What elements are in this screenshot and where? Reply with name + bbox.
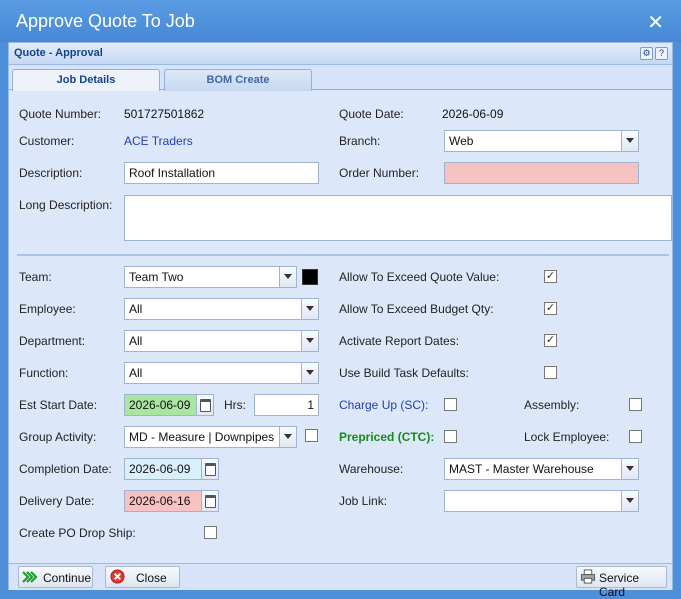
chevron-down-icon[interactable] (279, 267, 296, 287)
build-task-label: Use Build Task Defaults: (339, 366, 469, 380)
close-circle-icon (110, 569, 125, 584)
department-value: All (129, 334, 143, 348)
function-select[interactable]: All (124, 362, 319, 384)
hrs-input[interactable]: 1 (254, 394, 319, 416)
section-divider (17, 254, 669, 256)
department-label: Department: (19, 334, 86, 348)
exceed-quote-label: Allow To Exceed Quote Value: (339, 270, 500, 284)
job-details-form: Quote Number: 501727501862 Quote Date: 2… (9, 91, 672, 563)
printer-icon (580, 569, 596, 584)
customer-link[interactable]: ACE Traders (124, 134, 193, 148)
order-number-input[interactable] (444, 162, 639, 184)
long-description-label: Long Description: (19, 198, 113, 212)
est-start-input[interactable]: 2026-06-09 (124, 394, 214, 416)
warehouse-select[interactable]: MAST - Master Warehouse (444, 458, 639, 480)
group-activity-value: MD - Measure | Downpipes (129, 430, 275, 444)
completion-label: Completion Date: (19, 462, 112, 476)
hrs-label: Hrs: (224, 398, 246, 412)
warehouse-value: MAST - Master Warehouse (449, 462, 594, 476)
quote-date-label: Quote Date: (339, 107, 404, 121)
team-value: Team Two (129, 270, 184, 284)
quote-number-value: 501727501862 (124, 107, 205, 121)
chevron-down-icon[interactable] (621, 491, 638, 511)
delivery-value: 2026-06-16 (129, 494, 191, 508)
continue-label: Continue (43, 571, 92, 585)
charge-up-label: Charge Up (SC): (339, 398, 429, 412)
function-label: Function: (19, 366, 69, 380)
tab-job-details[interactable]: Job Details (12, 69, 160, 92)
chevron-down-icon[interactable] (301, 299, 318, 319)
assembly-label: Assembly: (524, 398, 580, 412)
build-task-checkbox[interactable] (544, 366, 557, 379)
chevron-down-icon[interactable] (279, 427, 296, 447)
exceed-budget-label: Allow To Exceed Budget Qty: (339, 302, 494, 316)
team-color-swatch[interactable] (302, 269, 318, 285)
panel-footer: Continue Close Service Card (9, 563, 672, 599)
chevron-down-icon[interactable] (301, 331, 318, 351)
team-select[interactable]: Team Two (124, 266, 297, 288)
continue-arrows-icon (22, 571, 38, 583)
calendar-icon[interactable] (201, 491, 218, 511)
quote-date-value: 2026-06-09 (442, 107, 504, 121)
tab-bom-create[interactable]: BOM Create (164, 69, 312, 91)
customer-label: Customer: (19, 134, 75, 148)
charge-up-checkbox[interactable] (444, 398, 457, 411)
branch-select[interactable]: Web (444, 130, 639, 152)
activate-report-label: Activate Report Dates: (339, 334, 460, 348)
job-link-label: Job Link: (339, 494, 388, 508)
description-input[interactable]: Roof Installation (124, 162, 319, 184)
branch-label: Branch: (339, 134, 381, 148)
lock-employee-label: Lock Employee: (524, 430, 610, 444)
est-start-value: 2026-06-09 (129, 398, 191, 412)
continue-button[interactable]: Continue (18, 566, 93, 588)
delivery-label: Delivery Date: (19, 494, 95, 508)
branch-value: Web (449, 134, 474, 148)
help-icon[interactable]: ? (655, 47, 668, 60)
employee-label: Employee: (19, 302, 76, 316)
completion-value: 2026-06-09 (129, 462, 191, 476)
employee-value: All (129, 302, 143, 316)
employee-select[interactable]: All (124, 298, 319, 320)
close-icon[interactable]: ✕ (647, 10, 664, 35)
tab-strip: Job Details BOM Create (9, 66, 672, 92)
prepriced-checkbox[interactable] (444, 430, 457, 443)
close-button[interactable]: Close (105, 566, 180, 588)
job-link-select[interactable] (444, 490, 639, 512)
group-activity-select[interactable]: MD - Measure | Downpipes (124, 426, 297, 448)
quote-approval-panel: Quote - Approval ⚙ ? Job Details BOM Cre… (8, 42, 673, 599)
long-description-textarea[interactable] (124, 195, 672, 241)
chevron-down-icon[interactable] (301, 363, 318, 383)
delivery-input[interactable]: 2026-06-16 (124, 490, 219, 512)
close-label: Close (136, 571, 167, 585)
chevron-down-icon[interactable] (621, 131, 638, 151)
description-label: Description: (19, 166, 83, 180)
function-value: All (129, 366, 143, 380)
chevron-down-icon[interactable] (621, 459, 638, 479)
quote-number-label: Quote Number: (19, 107, 102, 121)
create-po-label: Create PO Drop Ship: (19, 526, 136, 540)
department-select[interactable]: All (124, 330, 319, 352)
window-titlebar: Approve Quote To Job ✕ (0, 0, 681, 42)
calendar-icon[interactable] (196, 395, 213, 415)
assembly-checkbox[interactable] (629, 398, 642, 411)
create-po-checkbox[interactable] (204, 526, 217, 539)
service-card-button[interactable]: Service Card (576, 566, 667, 599)
est-start-label: Est Start Date: (19, 398, 98, 412)
exceed-quote-checkbox[interactable]: ✓ (544, 270, 557, 283)
window-title: Approve Quote To Job (16, 11, 195, 31)
team-label: Team: (19, 270, 52, 284)
group-activity-checkbox[interactable] (305, 429, 318, 442)
exceed-budget-checkbox[interactable]: ✓ (544, 302, 557, 315)
prepriced-label: Prepriced (CTC): (339, 430, 435, 444)
calendar-icon[interactable] (201, 459, 218, 479)
lock-employee-checkbox[interactable] (629, 430, 642, 443)
order-number-label: Order Number: (339, 166, 420, 180)
completion-input[interactable]: 2026-06-09 (124, 458, 219, 480)
panel-header: Quote - Approval ⚙ ? (9, 43, 672, 65)
warehouse-label: Warehouse: (339, 462, 404, 476)
group-activity-label: Group Activity: (19, 430, 97, 444)
settings-icon[interactable]: ⚙ (640, 47, 653, 60)
panel-title: Quote - Approval (14, 47, 103, 59)
activate-report-checkbox[interactable]: ✓ (544, 334, 557, 347)
